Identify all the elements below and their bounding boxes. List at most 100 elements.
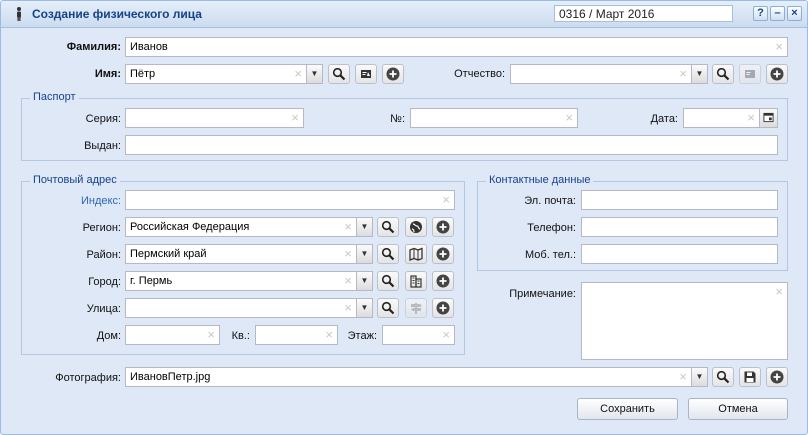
add-button[interactable] (766, 367, 788, 387)
globe-icon (410, 221, 422, 233)
index-label[interactable]: Индекс: (21, 195, 121, 207)
clear-icon[interactable]: × (207, 326, 215, 344)
series-label: Серия: (85, 113, 121, 125)
clear-icon[interactable]: × (442, 191, 450, 209)
clear-icon[interactable]: × (344, 245, 352, 263)
region-value: Российская Федерация (130, 221, 250, 233)
email-input[interactable] (581, 190, 778, 210)
clear-icon[interactable]: × (775, 283, 783, 301)
clear-icon[interactable]: × (679, 65, 687, 83)
note-textarea[interactable]: × (581, 282, 788, 360)
buildings-icon (410, 275, 422, 288)
passport-legend: Паспорт (30, 91, 79, 103)
search-icon (381, 247, 395, 261)
save-file-button[interactable] (739, 367, 761, 387)
cancel-button[interactable]: Отмена (688, 398, 788, 420)
chevron-down-icon[interactable]: ▼ (356, 244, 373, 264)
address-legend: Почтовый адрес (30, 174, 120, 186)
clear-icon[interactable]: × (294, 65, 302, 83)
globe-button[interactable] (405, 217, 427, 237)
search-button[interactable] (712, 64, 734, 84)
issued-input[interactable] (125, 135, 778, 155)
add-button[interactable] (382, 64, 404, 84)
id-card-button[interactable] (355, 64, 377, 84)
id-card-button[interactable] (739, 64, 761, 84)
search-icon (381, 274, 395, 288)
city-input[interactable]: г. Пермь × ▼ (125, 271, 373, 291)
firstname-label: Имя: (94, 68, 121, 80)
chevron-down-icon[interactable]: ▼ (691, 64, 708, 84)
chevron-down-icon[interactable]: ▼ (356, 271, 373, 291)
phone-label: Телефон: (527, 222, 576, 234)
house-label: Дом: (96, 330, 121, 342)
clear-icon[interactable]: × (344, 299, 352, 317)
search-button[interactable] (377, 217, 399, 237)
person-icon (17, 7, 21, 21)
surname-value: Иванов (130, 41, 168, 53)
period-field[interactable]: 0316 / Март 2016 (554, 5, 733, 22)
add-button[interactable] (432, 298, 454, 318)
district-input[interactable]: Пермский край × ▼ (125, 244, 373, 264)
search-button[interactable] (712, 367, 734, 387)
street-input[interactable]: × ▼ (125, 298, 373, 318)
clear-icon[interactable]: × (679, 368, 687, 386)
clear-icon[interactable]: × (344, 272, 352, 290)
search-button[interactable] (377, 271, 399, 291)
flat-input[interactable]: × (255, 325, 338, 345)
region-label: Регион: (82, 222, 121, 234)
note-label: Примечание: (509, 288, 576, 300)
index-input[interactable]: × (125, 190, 455, 210)
id-card-icon (361, 70, 371, 78)
add-button[interactable] (432, 271, 454, 291)
chevron-down-icon[interactable]: ▼ (356, 217, 373, 237)
surname-input[interactable]: Иванов × (125, 37, 788, 57)
clear-icon[interactable]: × (775, 38, 783, 56)
calendar-icon[interactable] (759, 108, 778, 128)
region-input[interactable]: Российская Федерация × ▼ (125, 217, 373, 237)
clear-icon[interactable]: × (565, 109, 573, 127)
firstname-input[interactable]: Пётр × ▼ (125, 64, 323, 84)
mobile-input[interactable] (581, 244, 778, 264)
firstname-value: Пётр (130, 68, 156, 80)
search-icon (716, 67, 730, 81)
chevron-down-icon[interactable]: ▼ (306, 64, 323, 84)
add-icon (386, 67, 400, 81)
add-button[interactable] (766, 64, 788, 84)
add-button[interactable] (432, 217, 454, 237)
chevron-down-icon[interactable]: ▼ (691, 367, 708, 387)
date-input[interactable]: × (683, 108, 778, 128)
photo-input[interactable]: ИвановПетр.jpg × ▼ (125, 367, 708, 387)
clear-icon[interactable]: × (747, 109, 755, 127)
search-button[interactable] (328, 64, 350, 84)
close-button[interactable]: × (787, 6, 802, 21)
clear-icon[interactable]: × (291, 109, 299, 127)
city-value: г. Пермь (130, 275, 173, 287)
floor-label: Этаж: (347, 330, 377, 342)
city-buildings-button[interactable] (405, 271, 427, 291)
clear-icon[interactable]: × (344, 218, 352, 236)
number-input[interactable]: × (410, 108, 578, 128)
add-icon (436, 301, 450, 315)
number-label: №: (390, 113, 405, 125)
minimize-button[interactable]: – (770, 6, 785, 21)
chevron-down-icon[interactable]: ▼ (356, 298, 373, 318)
floor-input[interactable]: × (382, 325, 455, 345)
add-button[interactable] (432, 244, 454, 264)
search-button[interactable] (377, 298, 399, 318)
map-button[interactable] (405, 244, 427, 264)
surname-label: Фамилия: (66, 41, 121, 53)
phone-input[interactable] (581, 217, 778, 237)
add-icon (436, 220, 450, 234)
help-button[interactable]: ? (753, 6, 768, 21)
title-bar[interactable]: Создание физического лица 0316 / Март 20… (1, 1, 807, 28)
add-icon (436, 274, 450, 288)
series-input[interactable]: × (125, 108, 304, 128)
patronymic-input[interactable]: × ▼ (510, 64, 708, 84)
search-icon (332, 67, 346, 81)
search-button[interactable] (377, 244, 399, 264)
house-input[interactable]: × (125, 325, 220, 345)
signpost-icon (411, 303, 422, 314)
clear-icon[interactable]: × (442, 326, 450, 344)
save-button[interactable]: Сохранить (577, 398, 678, 420)
signpost-button[interactable] (405, 298, 427, 318)
